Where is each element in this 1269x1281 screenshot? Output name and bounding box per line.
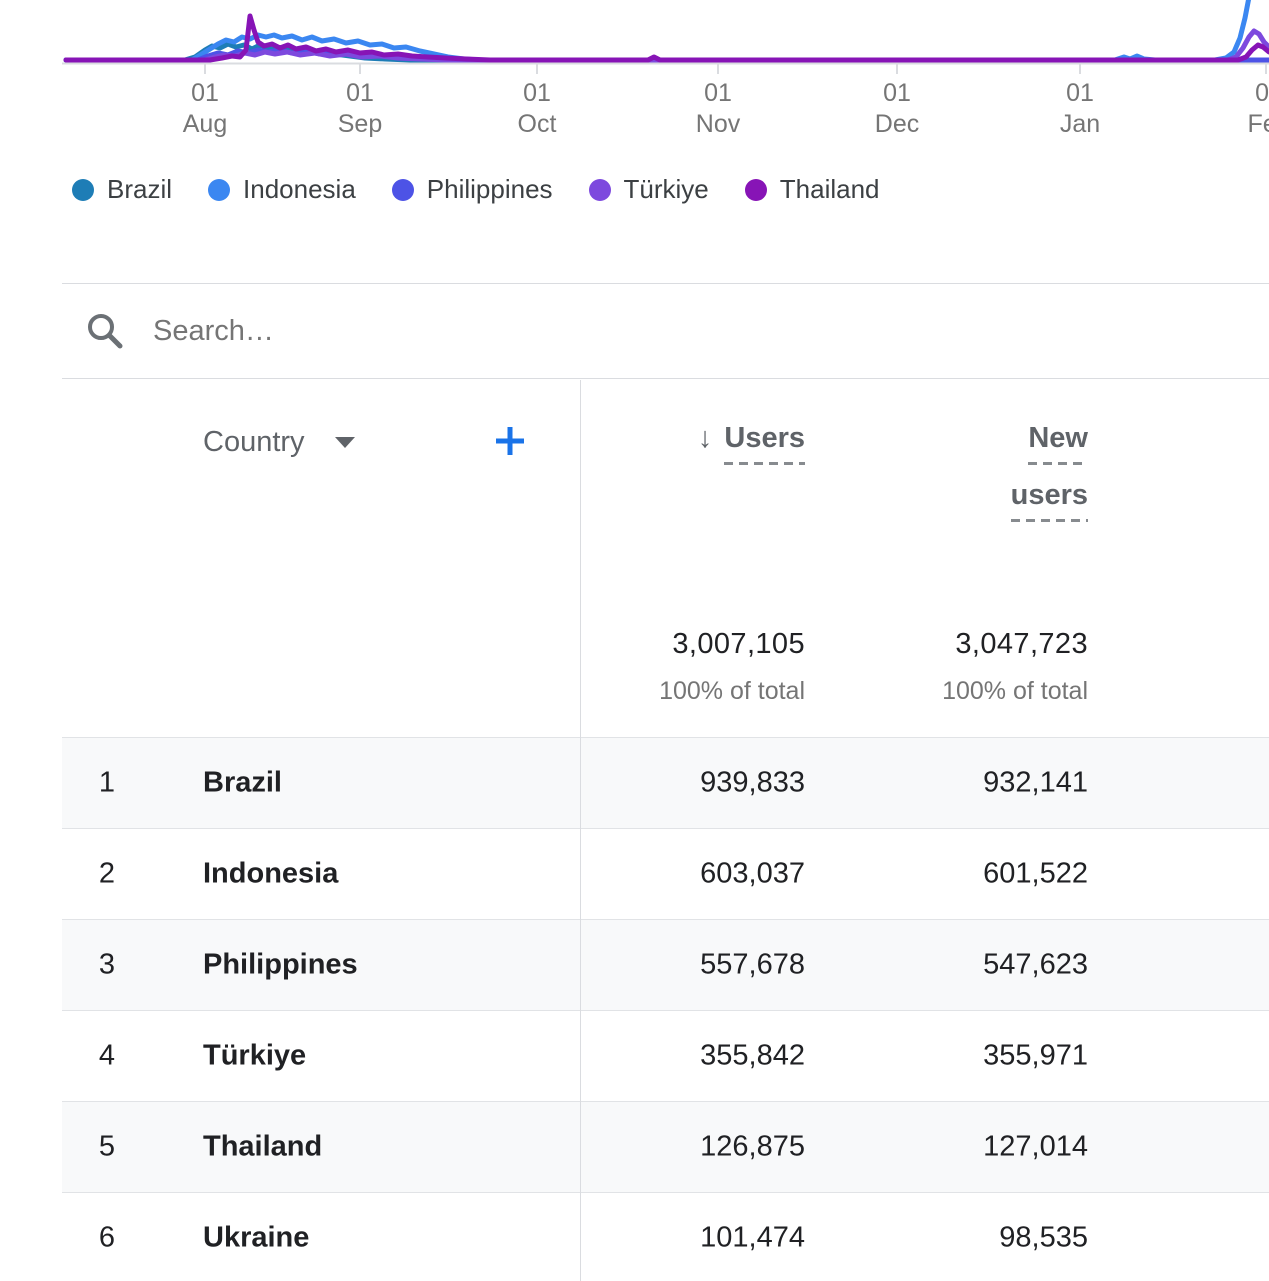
column-header-new-users[interactable]: New users xyxy=(1011,421,1088,522)
new-users-total-block: 3,047,723 100% of total xyxy=(942,628,1088,706)
table-body: 1 Brazil 939,833 932,141 2 Indonesia 603… xyxy=(62,737,1269,1281)
legend-color-dot-icon xyxy=(72,179,94,201)
table-search-bar xyxy=(62,283,1269,379)
row-users-value: 355,842 xyxy=(700,1040,805,1073)
sort-descending-icon: ↓ xyxy=(698,421,713,455)
x-axis-label: 01 Aug xyxy=(183,78,227,140)
x-axis-label: 01 Jan xyxy=(1060,78,1100,140)
legend-item: Indonesia xyxy=(208,174,356,205)
row-country: Philippines xyxy=(203,949,358,982)
row-country: Türkiye xyxy=(203,1040,306,1073)
legend-label: Thailand xyxy=(780,174,880,205)
column-header-users[interactable]: ↓ Users xyxy=(698,421,805,465)
table-row: 2 Indonesia 603,037 601,522 xyxy=(62,828,1269,919)
new-users-header-line1: New xyxy=(1028,421,1088,465)
legend-color-dot-icon xyxy=(745,179,767,201)
dimension-header-country[interactable]: Country xyxy=(203,425,355,459)
legend-label: Brazil xyxy=(107,174,172,205)
legend-item: Brazil xyxy=(72,174,172,205)
row-users-value: 126,875 xyxy=(700,1131,805,1164)
legend-item: Thailand xyxy=(745,174,880,205)
legend-color-dot-icon xyxy=(589,179,611,201)
x-axis-label: 01 Feb xyxy=(1247,78,1269,140)
row-rank: 6 xyxy=(92,1222,122,1255)
row-users-value: 101,474 xyxy=(700,1222,805,1255)
row-rank: 4 xyxy=(92,1040,122,1073)
row-rank: 2 xyxy=(92,858,122,891)
chart-legend: Brazil Indonesia Philippines Türkiye Tha… xyxy=(72,174,880,205)
users-total-share: 100% of total xyxy=(659,677,805,706)
row-country: Indonesia xyxy=(203,858,338,891)
legend-label: Türkiye xyxy=(624,174,709,205)
x-axis-label: 01 Dec xyxy=(875,78,919,140)
row-users-value: 603,037 xyxy=(700,858,805,891)
users-total-value: 3,007,105 xyxy=(659,628,805,661)
table-row: 5 Thailand 126,875 127,014 xyxy=(62,1101,1269,1192)
x-axis-label: 01 Oct xyxy=(518,78,557,140)
row-users-value: 939,833 xyxy=(700,767,805,800)
legend-color-dot-icon xyxy=(208,179,230,201)
users-header-label: Users xyxy=(724,421,805,465)
table-row: 4 Türkiye 355,842 355,971 xyxy=(62,1010,1269,1101)
chevron-down-icon xyxy=(335,437,355,448)
legend-label: Indonesia xyxy=(243,174,356,205)
legend-color-dot-icon xyxy=(392,179,414,201)
row-new-users-value: 547,623 xyxy=(983,949,1088,982)
table-row: 1 Brazil 939,833 932,141 xyxy=(62,737,1269,828)
row-new-users-value: 98,535 xyxy=(999,1222,1088,1255)
dimension-header-label: Country xyxy=(203,425,305,459)
table-row: 3 Philippines 557,678 547,623 xyxy=(62,919,1269,1010)
row-rank: 5 xyxy=(92,1131,122,1164)
users-total-block: 3,007,105 100% of total xyxy=(659,628,805,706)
new-users-total-value: 3,047,723 xyxy=(942,628,1088,661)
search-icon xyxy=(85,311,125,351)
new-users-header-line2: users xyxy=(1011,478,1088,522)
row-rank: 3 xyxy=(92,949,122,982)
table-row: 6 Ukraine 101,474 98,535 xyxy=(62,1192,1269,1281)
column-divider xyxy=(580,380,581,1281)
legend-label: Philippines xyxy=(427,174,553,205)
row-new-users-value: 932,141 xyxy=(983,767,1088,800)
add-dimension-button[interactable] xyxy=(492,423,528,459)
search-input[interactable] xyxy=(153,315,1053,348)
row-rank: 1 xyxy=(92,767,122,800)
x-axis-label: 01 Sep xyxy=(338,78,382,140)
row-country: Thailand xyxy=(203,1131,322,1164)
row-new-users-value: 355,971 xyxy=(983,1040,1088,1073)
row-users-value: 557,678 xyxy=(700,949,805,982)
row-new-users-value: 127,014 xyxy=(983,1131,1088,1164)
row-country: Ukraine xyxy=(203,1222,309,1255)
legend-item: Türkiye xyxy=(589,174,709,205)
users-over-time-chart[interactable] xyxy=(0,0,1269,76)
row-new-users-value: 601,522 xyxy=(983,858,1088,891)
row-country: Brazil xyxy=(203,767,282,800)
legend-item: Philippines xyxy=(392,174,553,205)
x-axis-label: 01 Nov xyxy=(696,78,740,140)
analytics-report-page: { "chart_data": { "type": "line", "title… xyxy=(0,0,1269,1281)
new-users-total-share: 100% of total xyxy=(942,677,1088,706)
